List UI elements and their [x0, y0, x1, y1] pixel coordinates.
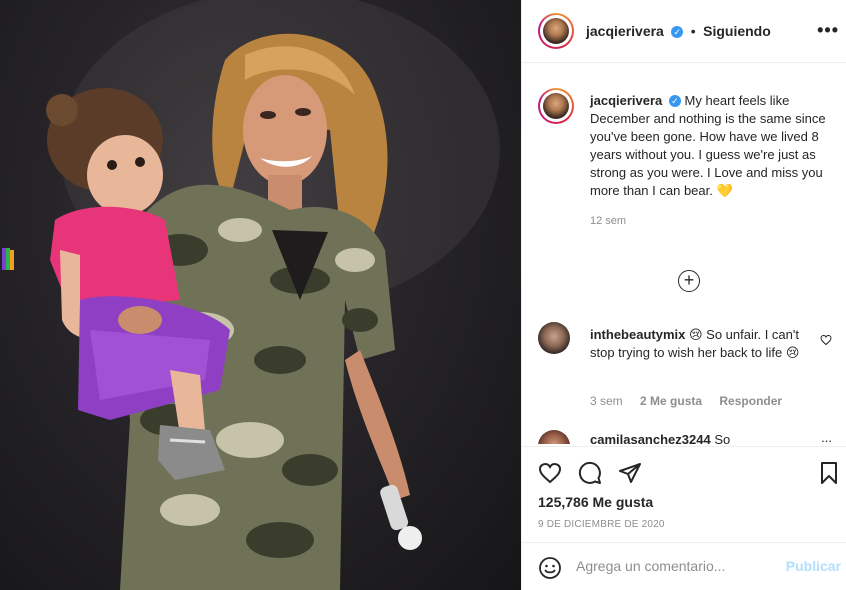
bookmark-icon[interactable]: [817, 461, 841, 490]
comment-text-block: camilasanchez3244 So: [590, 432, 730, 444]
post-header: jacqierivera ✓ • Siguiendo •••: [522, 0, 846, 63]
comment-meta: 3 sem 2 Me gusta Responder: [590, 394, 796, 408]
comment-more[interactable]: ...: [821, 430, 832, 444]
post-panel: jacqierivera ✓ • Siguiendo ••• jacqieriv…: [521, 0, 846, 590]
comment-username[interactable]: camilasanchez3244: [590, 432, 711, 444]
like-count[interactable]: 125,786 Me gusta: [538, 494, 653, 510]
verified-badge-icon: ✓: [668, 95, 681, 107]
comment-likes[interactable]: 2 Me gusta: [640, 394, 702, 408]
caption-timestamp[interactable]: 12 sem: [590, 212, 838, 230]
heart-icon[interactable]: [538, 461, 562, 490]
post-date[interactable]: 9 DE DICIEMBRE DE 2020: [538, 519, 665, 530]
post-photo[interactable]: [0, 0, 521, 590]
comment-input[interactable]: [576, 555, 776, 577]
plus-circle-icon[interactable]: +: [678, 270, 700, 292]
publish-button[interactable]: Publicar: [786, 558, 841, 574]
photo-illustration: [2, 0, 500, 590]
verified-badge-icon: ✓: [671, 26, 684, 38]
separator-dot: •: [690, 23, 696, 39]
comment-body: So: [714, 432, 731, 444]
header-username[interactable]: jacqierivera: [586, 23, 664, 39]
yellow-heart-emoji: 💛: [716, 183, 733, 198]
comment-text-block: inthebeautymix 😢 So unfair. I can't stop…: [590, 326, 805, 362]
share-icon[interactable]: [618, 461, 642, 490]
following-button[interactable]: Siguiendo: [703, 23, 771, 39]
header-author-line: jacqierivera ✓ • Siguiendo: [586, 23, 771, 41]
caption-avatar[interactable]: [538, 88, 574, 124]
commenter-avatar[interactable]: [538, 430, 570, 444]
caption-body: My heart feels like December and nothing…: [590, 93, 826, 198]
comment-icon[interactable]: [578, 461, 602, 490]
comment-like-heart-icon[interactable]: [820, 334, 832, 349]
more-options-icon[interactable]: •••: [817, 20, 839, 41]
post-actions: 125,786 Me gusta 9 DE DICIEMBRE DE 2020: [522, 446, 846, 542]
commenter-avatar[interactable]: [538, 322, 570, 354]
smiley-icon[interactable]: [538, 556, 562, 585]
crying-emoji: 😢: [688, 327, 703, 342]
comment-username[interactable]: inthebeautymix: [590, 327, 685, 342]
caption-text-block: jacqierivera ✓ My heart feels like Decem…: [590, 92, 838, 230]
comment-timestamp[interactable]: 3 sem: [590, 394, 623, 408]
caption-username[interactable]: jacqierivera: [590, 93, 662, 108]
crying-emoji: 😢: [785, 345, 800, 360]
author-avatar[interactable]: [538, 13, 574, 49]
reply-button[interactable]: Responder: [719, 394, 782, 408]
add-comment-bar: Publicar: [522, 542, 846, 590]
comment-item: camilasanchez3244 So ...: [538, 430, 838, 444]
